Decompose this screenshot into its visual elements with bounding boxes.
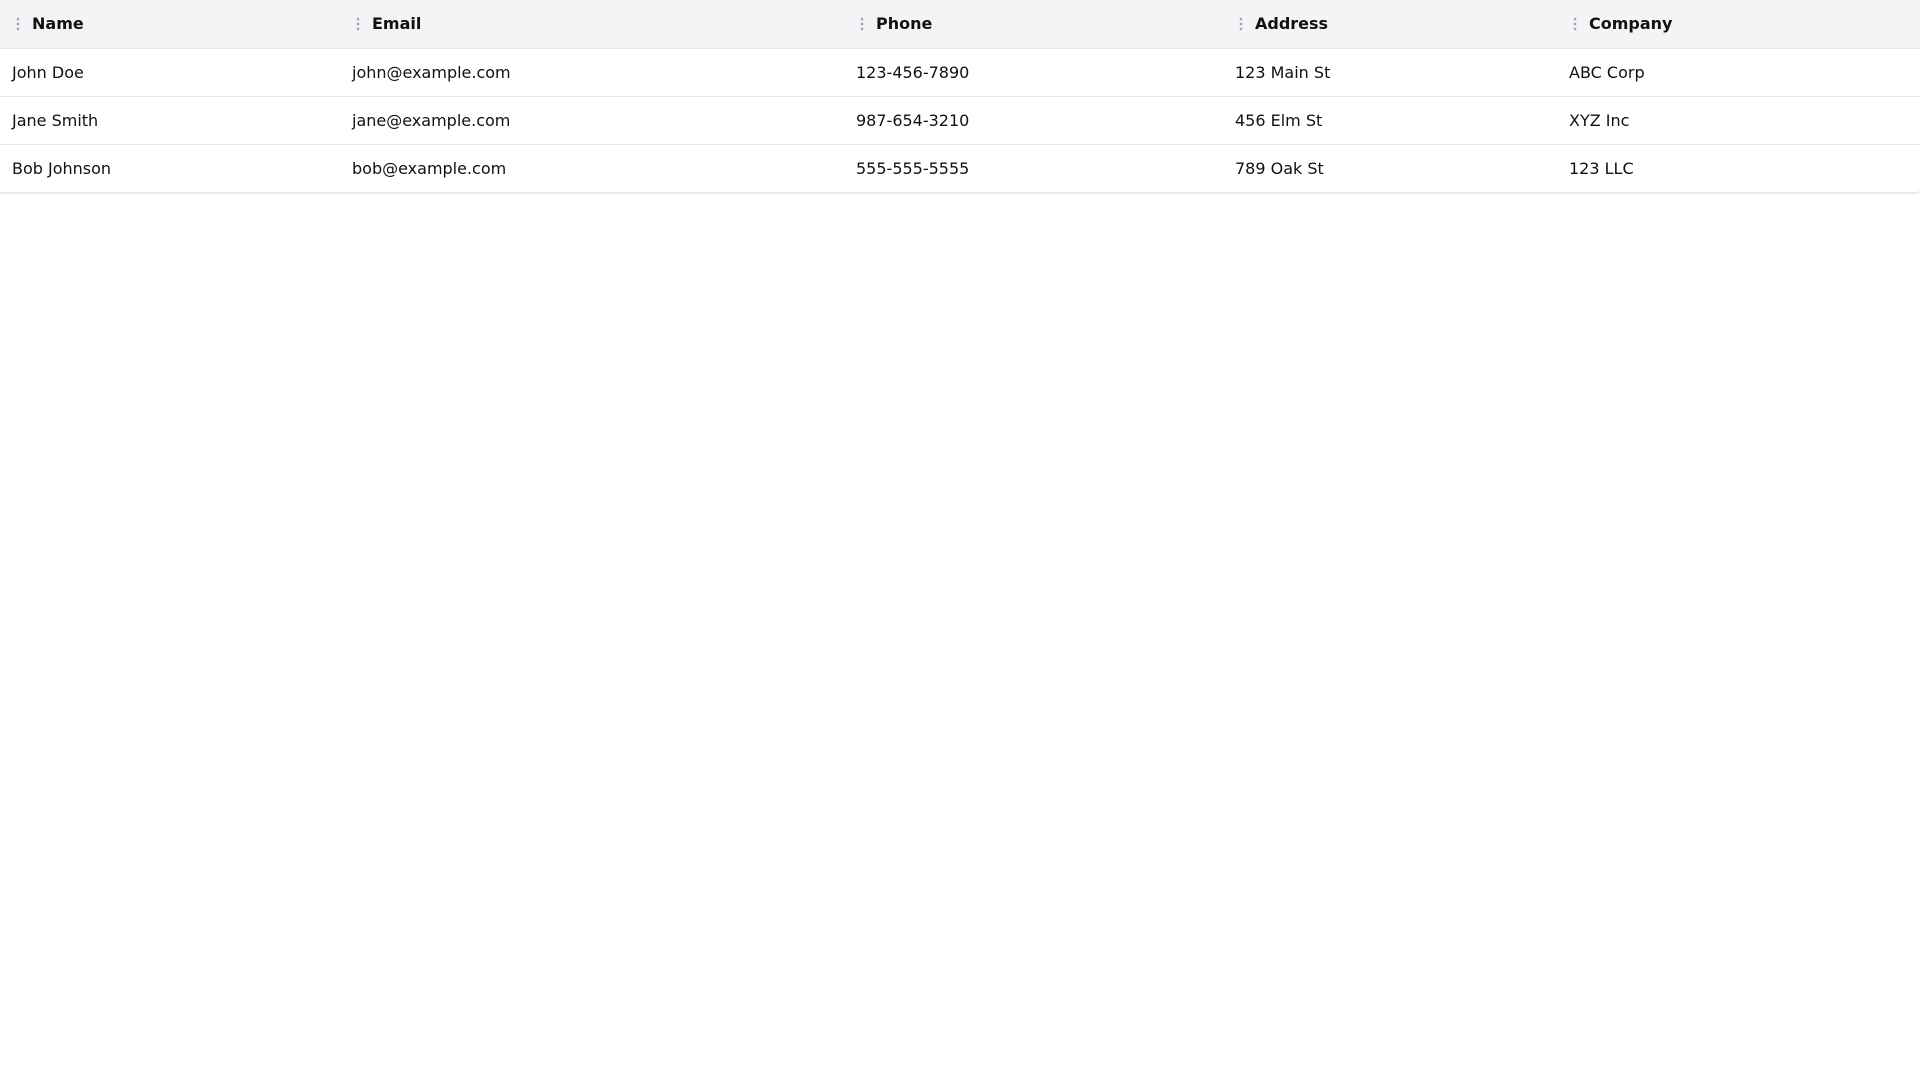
column-header-label: Email: [372, 14, 422, 34]
drag-handle-icon[interactable]: [352, 15, 364, 33]
cell-email: john@example.com: [352, 62, 511, 82]
cell-phone: 555-555-5555: [856, 158, 970, 178]
cell-address: 456 Elm St: [1235, 110, 1323, 130]
cell-email: bob@example.com: [352, 158, 507, 178]
data-table: Name Email Phone Address Company John Do…: [0, 0, 1920, 192]
table-body: John Doe john@example.com 123-456-7890 1…: [0, 48, 1920, 192]
column-header-label: Address: [1255, 14, 1329, 34]
drag-handle-icon[interactable]: [1235, 15, 1247, 33]
cell-address: 789 Oak St: [1235, 158, 1324, 178]
drag-handle-icon[interactable]: [12, 15, 24, 33]
column-header-label: Phone: [876, 14, 933, 34]
column-header-name[interactable]: Name: [0, 0, 340, 48]
cell-company: ABC Corp: [1569, 62, 1645, 82]
column-header-phone[interactable]: Phone: [844, 0, 1223, 48]
cell-email: jane@example.com: [352, 110, 511, 130]
column-header-label: Company: [1589, 14, 1673, 34]
cell-name: Bob Johnson: [12, 158, 112, 178]
table-row[interactable]: Jane Smith jane@example.com 987-654-3210…: [0, 96, 1920, 144]
cell-company: XYZ Inc: [1569, 110, 1630, 130]
table-row[interactable]: Bob Johnson bob@example.com 555-555-5555…: [0, 144, 1920, 192]
cell-name: John Doe: [12, 62, 84, 82]
column-header-company[interactable]: Company: [1557, 0, 1920, 48]
drag-handle-icon[interactable]: [856, 15, 868, 33]
cell-phone: 123-456-7890: [856, 62, 970, 82]
data-table-container: Name Email Phone Address Company John Do…: [0, 0, 1920, 193]
table-header-row: Name Email Phone Address Company: [0, 0, 1920, 48]
drag-handle-icon[interactable]: [1569, 15, 1581, 33]
cell-phone: 987-654-3210: [856, 110, 970, 130]
table-header: Name Email Phone Address Company: [0, 0, 1920, 48]
column-header-address[interactable]: Address: [1223, 0, 1557, 48]
column-header-label: Name: [32, 14, 84, 34]
column-header-email[interactable]: Email: [340, 0, 844, 48]
cell-company: 123 LLC: [1569, 158, 1634, 178]
cell-address: 123 Main St: [1235, 62, 1331, 82]
cell-name: Jane Smith: [12, 110, 99, 130]
table-row[interactable]: John Doe john@example.com 123-456-7890 1…: [0, 48, 1920, 96]
